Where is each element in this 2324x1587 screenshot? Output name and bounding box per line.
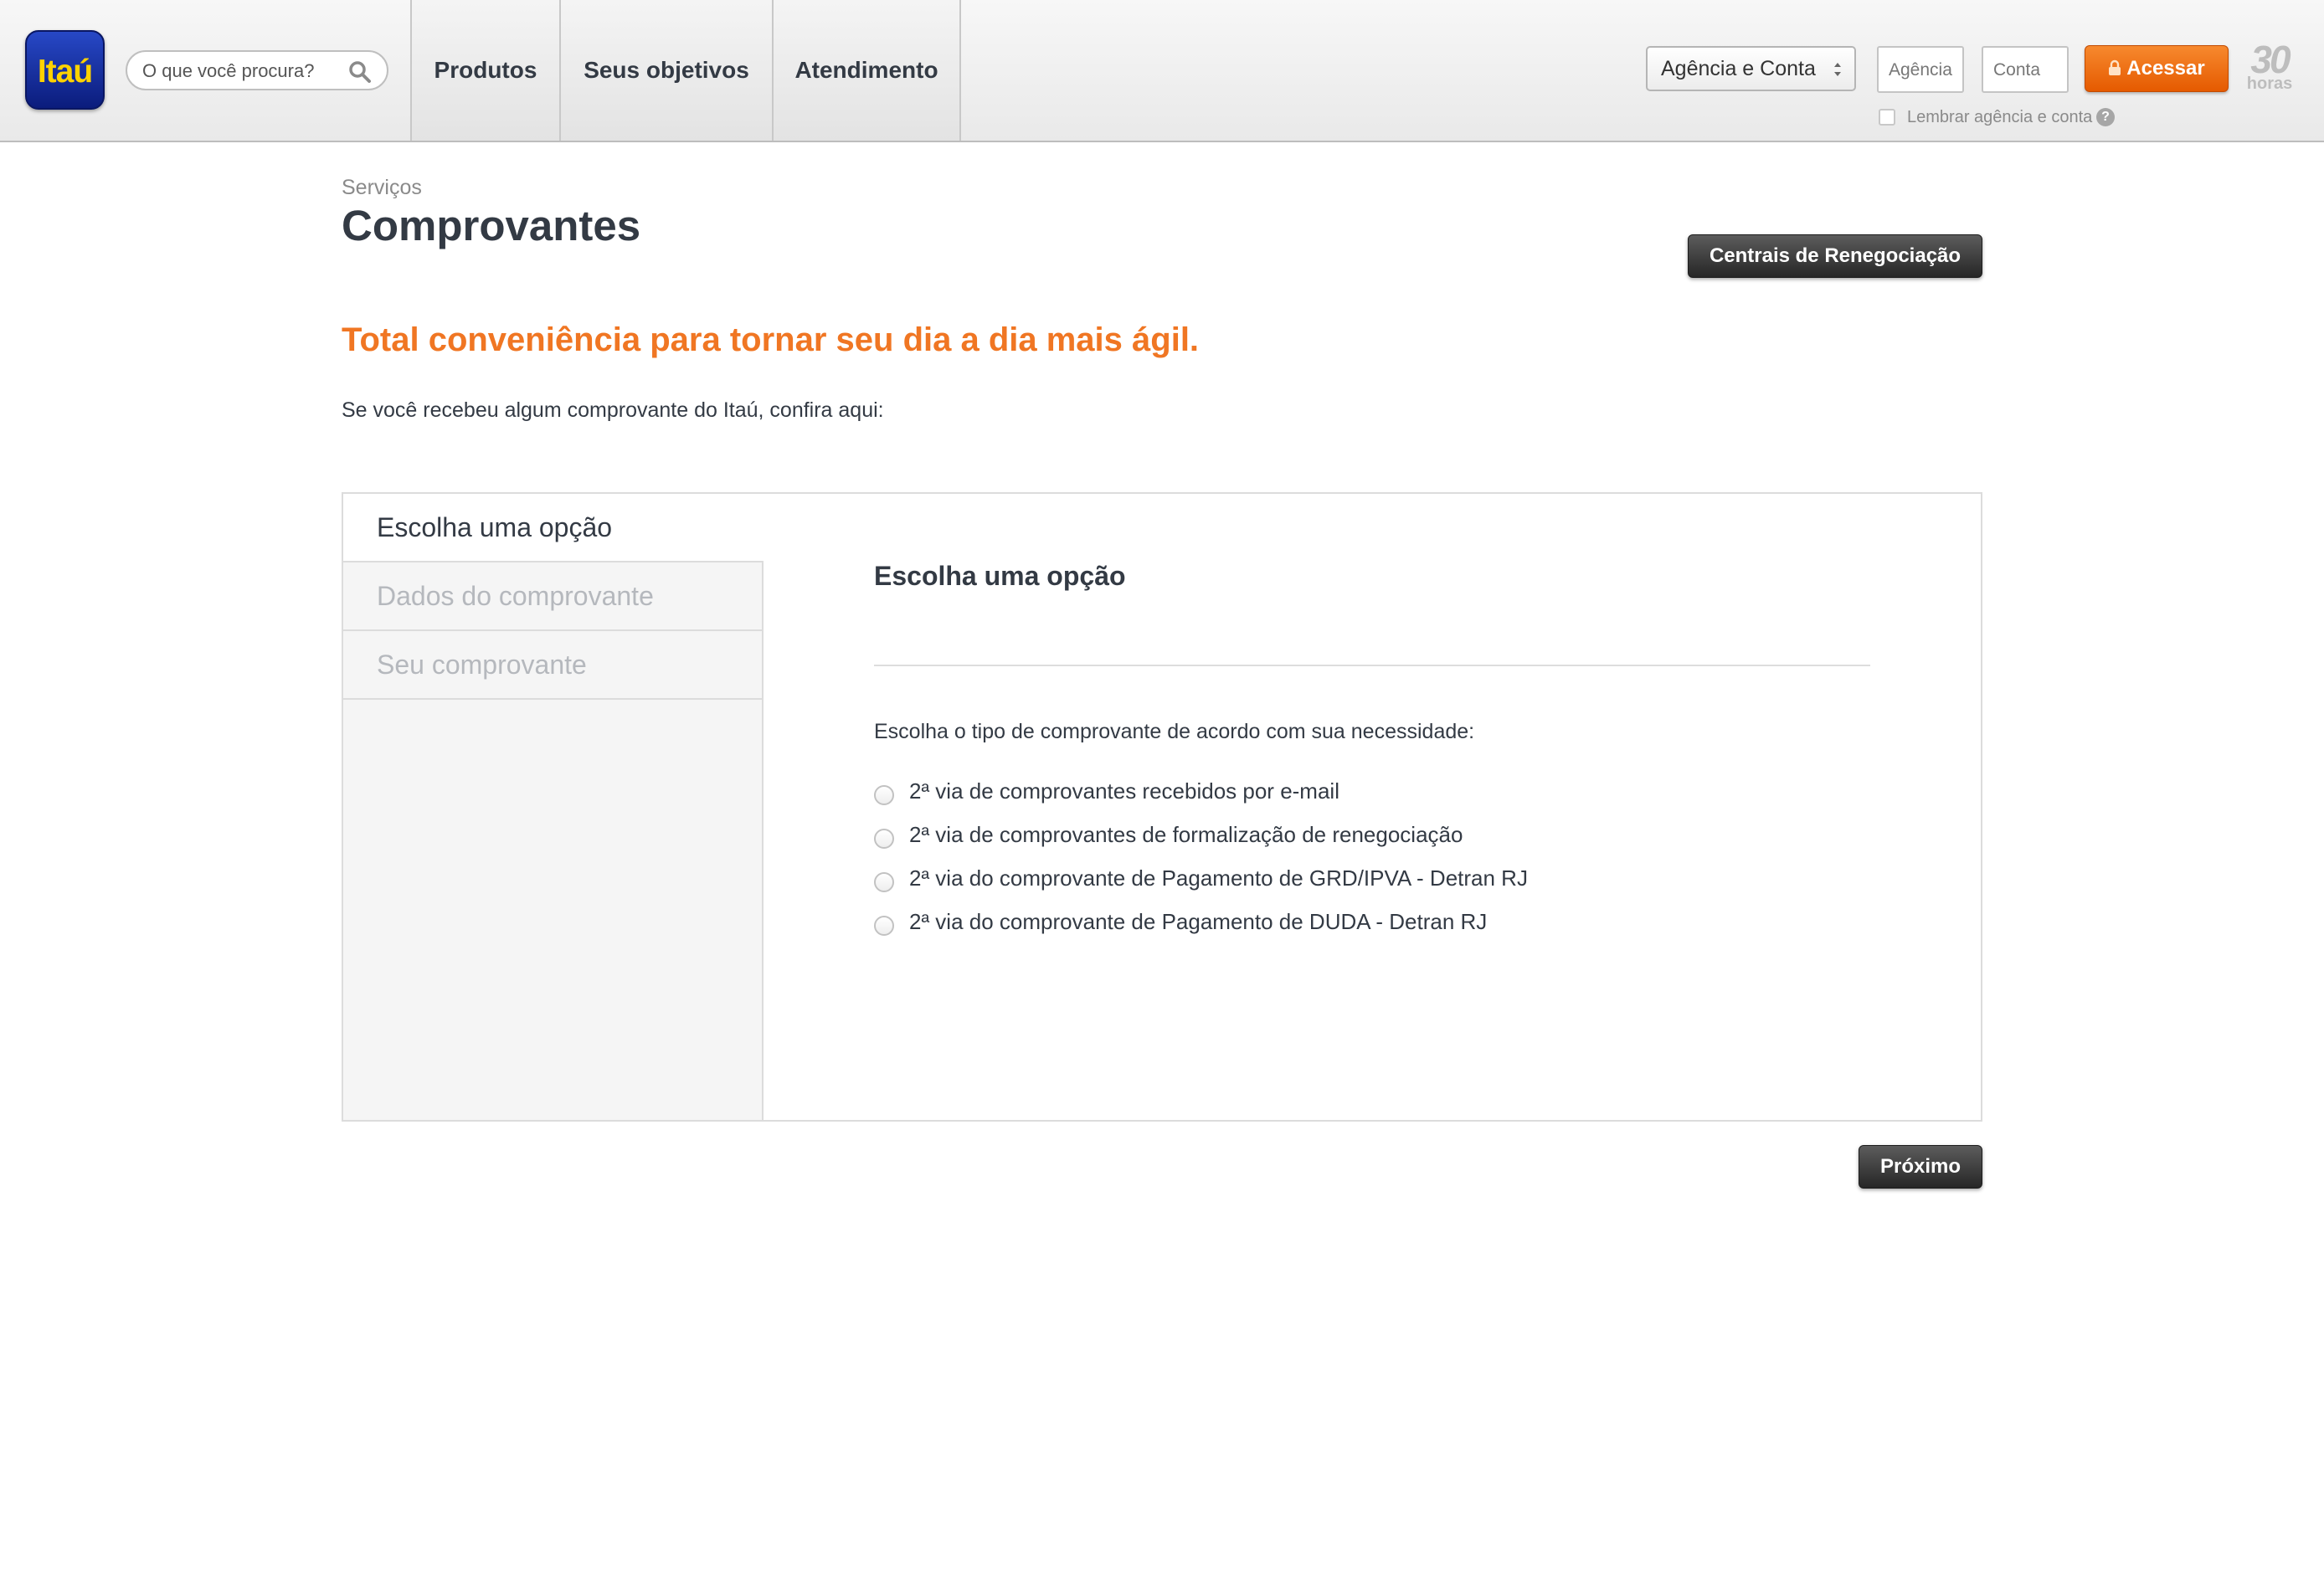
- page-title: Comprovantes: [342, 202, 641, 249]
- radio-button[interactable]: [874, 829, 894, 849]
- acessar-button[interactable]: Acessar: [2085, 45, 2229, 92]
- conta-input[interactable]: [1992, 58, 2062, 83]
- top-header: Itaú Produtos Seus objetivos Atendimento…: [0, 0, 2324, 142]
- remember-label: Lembrar agência e conta: [1907, 108, 2093, 126]
- step-seu-comprovante: Seu comprovante: [343, 631, 762, 700]
- nav-divider: [959, 0, 961, 141]
- agencia-field[interactable]: [1877, 46, 1964, 93]
- search-input[interactable]: [141, 59, 337, 84]
- content-title: Escolha uma opção: [874, 561, 1126, 591]
- radio-button[interactable]: [874, 916, 894, 936]
- breadcrumb[interactable]: Serviços: [342, 176, 422, 200]
- wizard-steps: Escolha uma opção Dados do comprovante S…: [343, 494, 764, 1120]
- option-label[interactable]: 2ª via do comprovante de Pagamento de GR…: [909, 865, 1528, 891]
- radio-button[interactable]: [874, 872, 894, 892]
- headline: Total conveniência para tornar seu dia a…: [342, 321, 1200, 358]
- logo-text: Itaú: [37, 54, 93, 90]
- wizard-panel: Escolha uma opção Dados do comprovante S…: [342, 492, 1982, 1122]
- divider: [874, 665, 1870, 666]
- radio-button[interactable]: [874, 785, 894, 805]
- chevron-updown-icon: [1834, 63, 1841, 76]
- 30-horas-number: 30: [2250, 38, 2291, 81]
- itau-logo[interactable]: Itaú: [25, 30, 105, 110]
- nav-atendimento[interactable]: Atendimento: [772, 0, 959, 141]
- option-label[interactable]: 2ª via de comprovantes de formalização d…: [909, 822, 1463, 848]
- intro-text: Se você recebeu algum comprovante do Ita…: [342, 398, 884, 422]
- login-type-value: Agência e Conta: [1661, 57, 1816, 80]
- login-type-select[interactable]: Agência e Conta: [1646, 46, 1856, 91]
- 30-horas-logo[interactable]: 30 horas: [2244, 40, 2296, 92]
- nav-seus-objetivos[interactable]: Seus objetivos: [559, 0, 772, 141]
- search-icon[interactable]: [348, 60, 372, 84]
- 30-horas-text: horas: [2246, 74, 2293, 93]
- acessar-label: Acessar: [2126, 57, 2205, 80]
- option-label[interactable]: 2ª via de comprovantes recebidos por e-m…: [909, 778, 1339, 804]
- renegociacao-button[interactable]: Centrais de Renegociação: [1688, 234, 1982, 278]
- conta-field[interactable]: [1982, 46, 2069, 93]
- step-escolha-opcao: Escolha uma opção: [343, 494, 764, 562]
- agencia-input[interactable]: [1887, 58, 1957, 83]
- lock-icon: [2109, 59, 2121, 75]
- search-box[interactable]: [126, 50, 388, 90]
- help-icon[interactable]: ?: [2096, 108, 2115, 126]
- step-dados-comprovante: Dados do comprovante: [343, 562, 762, 631]
- option-label[interactable]: 2ª via do comprovante de Pagamento de DU…: [909, 909, 1487, 935]
- nav-produtos[interactable]: Produtos: [410, 0, 559, 141]
- question-text: Escolha o tipo de comprovante de acordo …: [874, 720, 1475, 743]
- proximo-button[interactable]: Próximo: [1859, 1145, 1982, 1189]
- remember-checkbox[interactable]: [1879, 109, 1895, 126]
